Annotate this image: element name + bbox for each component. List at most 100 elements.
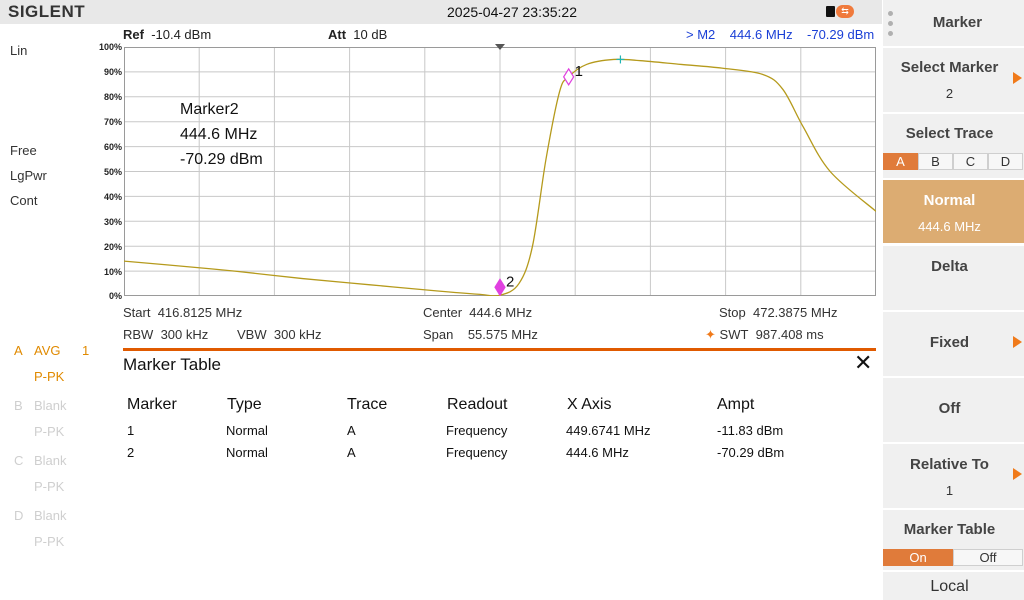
y-tick-60: 60% <box>103 142 122 152</box>
trace-a-detector: P-PK <box>34 369 65 384</box>
trace-b-letter[interactable]: B <box>14 398 23 413</box>
marker-2-icon[interactable] <box>494 278 506 296</box>
col-header-readout: Readout <box>447 396 508 413</box>
start-freq[interactable]: Start 416.8125 MHz <box>123 305 242 320</box>
cell-ampt: -70.29 dBm <box>717 445 785 460</box>
swt-value: 987.408 ms <box>755 327 824 342</box>
rbw[interactable]: RBW 300 kHz <box>123 327 208 342</box>
usb-icon: ⇆ <box>826 5 854 19</box>
arrow-right-icon <box>1013 72 1022 84</box>
cell-x-axis: 444.6 MHz <box>566 445 629 460</box>
y-tick-0: 0% <box>108 291 122 301</box>
cell-ampt: -11.83 dBm <box>717 423 784 438</box>
vbw[interactable]: VBW 300 kHz <box>237 327 322 342</box>
marker-table-label: Marker Table <box>903 521 996 538</box>
detector-type: LgPwr <box>10 168 47 183</box>
delta-label: Delta <box>931 258 968 275</box>
arrow-right-icon <box>1013 468 1022 480</box>
y-tick-20: 20% <box>103 242 122 252</box>
top-status-bar: SIGLENT <box>0 0 882 24</box>
marker-table-off[interactable]: Off <box>953 549 1023 566</box>
off-button[interactable]: Off <box>883 378 1024 442</box>
select-marker-value: 2 <box>945 86 954 101</box>
center-label: Center <box>423 305 463 320</box>
marker-table-title: Marker Table <box>123 355 221 374</box>
sweep-time[interactable]: ✦ SWT 987.408 ms <box>705 327 824 343</box>
col-header-ampt: Ampt <box>717 396 755 413</box>
select-marker-button[interactable]: Select Marker 2 <box>883 48 1024 112</box>
rbw-value: 300 kHz <box>160 327 209 342</box>
peak-cross-icon <box>616 55 625 64</box>
stop-freq[interactable]: Stop 472.3875 MHz <box>719 305 838 320</box>
y-tick-80: 80% <box>103 92 122 102</box>
vbw-label: VBW <box>237 327 267 342</box>
center-value: 444.6 MHz <box>469 305 533 320</box>
y-tick-30: 30% <box>103 217 122 227</box>
trace-b-mode[interactable]: Blank <box>34 398 67 413</box>
close-icon[interactable]: ✕ <box>854 350 872 376</box>
marker-table-divider <box>123 348 876 351</box>
stop-value: 472.3875 MHz <box>752 305 838 320</box>
marker-table-on[interactable]: On <box>883 549 953 566</box>
center-freq[interactable]: Center 444.6 MHz <box>423 305 532 320</box>
trace-option-d[interactable]: D <box>988 153 1023 170</box>
cell-trace: A <box>347 423 356 438</box>
marker-1-icon[interactable] <box>562 67 575 87</box>
span-label: Span <box>423 327 454 342</box>
cell-readout: Frequency <box>446 445 508 460</box>
relative-to-button[interactable]: Relative To 1 <box>883 444 1024 508</box>
fixed-button[interactable]: Fixed <box>883 312 1024 376</box>
normal-label: Normal <box>923 192 976 209</box>
trace-selector[interactable]: A B C D <box>883 153 1023 170</box>
col-header-marker: Marker <box>127 396 177 413</box>
trace-option-c[interactable]: C <box>953 153 988 170</box>
trace-b-detector: P-PK <box>34 424 65 439</box>
y-tick-70: 70% <box>103 117 122 127</box>
y-tick-10: 10% <box>103 267 122 277</box>
marker-info-ampt: -70.29 dBm <box>180 151 263 168</box>
y-tick-50: 50% <box>103 167 122 177</box>
spectrum-plot[interactable]: 12 <box>124 47 876 296</box>
spectrum-analyzer-screen: SIGLENT 2025-04-27 23:35:22 ⇆ Lin Free L… <box>0 0 1024 600</box>
select-trace-label: Select Trace <box>905 125 994 142</box>
ref-label: Ref <box>123 27 144 42</box>
cell-readout: Frequency <box>446 423 508 438</box>
y-tick-40: 40% <box>103 192 122 202</box>
normal-marker-button[interactable]: Normal 444.6 MHz <box>883 180 1024 243</box>
active-marker-readout: > M2 444.6 MHz -70.29 dBm <box>686 27 875 42</box>
trace-option-b[interactable]: B <box>918 153 953 170</box>
trace-c-mode[interactable]: Blank <box>34 453 67 468</box>
softkey-menu-title: Marker <box>883 0 1024 46</box>
trace-c-letter[interactable]: C <box>14 453 23 468</box>
cell-marker: 2 <box>127 445 135 460</box>
cell-type: Normal <box>226 445 268 460</box>
col-header-trace: Trace <box>347 396 388 413</box>
marker-2-label: 2 <box>506 273 514 290</box>
menu-handle-icon <box>888 11 893 41</box>
trace-d-mode[interactable]: Blank <box>34 508 67 523</box>
trace-a-count: 1 <box>82 343 90 358</box>
trace-c-detector: P-PK <box>34 479 65 494</box>
col-header-type: Type <box>227 396 262 413</box>
trace-option-a[interactable]: A <box>883 153 918 170</box>
normal-value: 444.6 MHz <box>918 219 981 234</box>
trigger-mode: Free <box>10 143 37 158</box>
col-header-x-axis: X Axis <box>567 396 612 413</box>
marker-table-toggle[interactable]: On Off <box>883 549 1023 566</box>
relative-to-label: Relative To <box>910 456 989 473</box>
select-marker-label: Select Marker <box>900 59 999 76</box>
brand-logo: SIGLENT <box>8 2 86 21</box>
trace-a-mode[interactable]: AVG <box>34 343 61 358</box>
trace-a-letter[interactable]: A <box>14 343 23 358</box>
ref-level[interactable]: Ref -10.4 dBm <box>123 27 211 42</box>
cell-trace: A <box>347 445 356 460</box>
vbw-value: 300 kHz <box>273 327 322 342</box>
start-label: Start <box>123 305 151 320</box>
attenuation[interactable]: Att 10 dB <box>328 27 387 42</box>
delta-button[interactable]: Delta <box>883 246 1024 310</box>
att-value: 10 dB <box>353 27 388 42</box>
span[interactable]: Span 55.575 MHz <box>423 327 538 342</box>
att-label: Att <box>328 27 347 42</box>
local-button[interactable]: Local <box>883 572 1024 600</box>
trace-d-letter[interactable]: D <box>14 508 23 523</box>
